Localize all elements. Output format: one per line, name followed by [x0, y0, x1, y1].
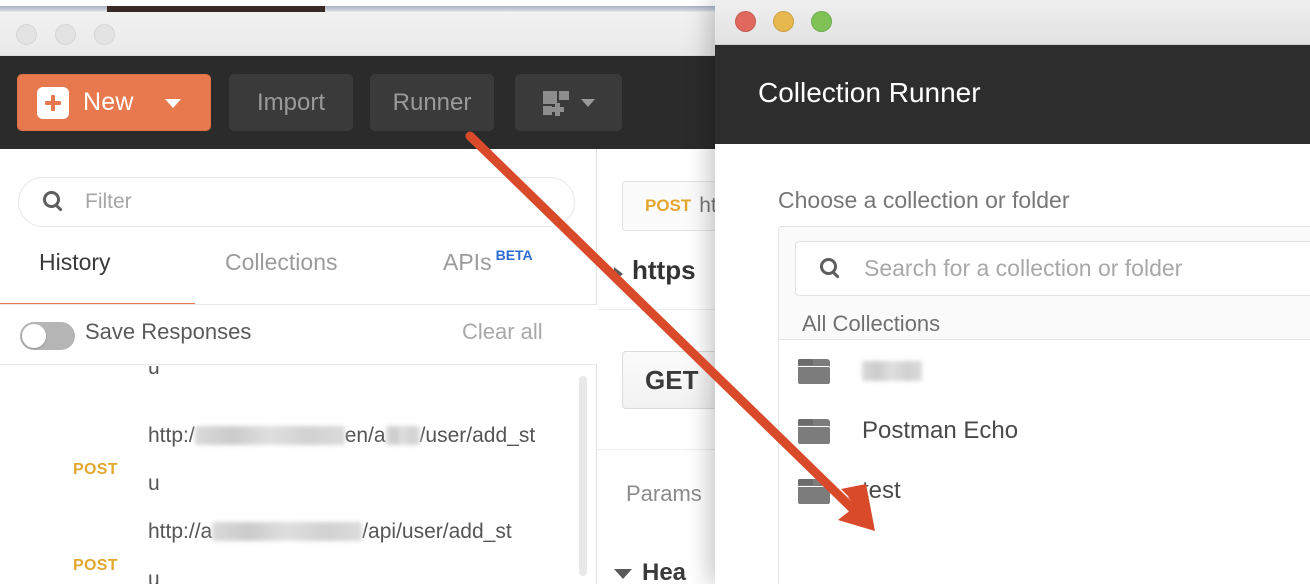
- history-url-tail: u: [148, 568, 160, 584]
- runner-button-label: Runner: [392, 88, 472, 116]
- collection-search-placeholder: Search for a collection or folder: [864, 255, 1183, 281]
- postman-app-window: New Import Runner Filter History Collect…: [0, 6, 720, 584]
- redacted-host: [194, 426, 345, 445]
- toggle-knob: [22, 324, 46, 348]
- collection-runner-window: Collection Runner Choose a collection or…: [715, 0, 1310, 584]
- filter-input[interactable]: Filter: [18, 177, 575, 227]
- redacted-segment: [385, 426, 420, 445]
- request-divider-2: [598, 449, 720, 450]
- environment-selector-button[interactable]: [515, 74, 622, 131]
- new-button-label: New: [83, 88, 134, 116]
- folder-icon: [798, 478, 830, 504]
- zoom-button[interactable]: [811, 11, 832, 32]
- beta-badge: BETA: [495, 247, 533, 263]
- import-button-label: Import: [256, 88, 325, 116]
- save-responses-toggle[interactable]: [20, 322, 75, 350]
- runner-title: Collection Runner: [758, 77, 981, 108]
- minimize-button[interactable]: [773, 11, 794, 32]
- request-title: https: [614, 255, 696, 286]
- close-button[interactable]: [735, 11, 756, 32]
- zoom-button-inactive[interactable]: [94, 24, 115, 45]
- tab-apis-label: APIs: [443, 249, 492, 275]
- headers-label: Hea: [642, 559, 687, 584]
- params-tab[interactable]: Params: [626, 481, 702, 507]
- close-button-inactive[interactable]: [16, 24, 37, 45]
- history-url-suffix: /api/user/add_st: [362, 520, 512, 543]
- request-divider-1: [598, 309, 720, 310]
- headers-section[interactable]: Hea: [614, 559, 687, 584]
- tab-apis[interactable]: APIs BETA: [443, 247, 533, 305]
- app-traffic-lights: [16, 24, 115, 45]
- app-body: Filter History Collections APIs BETA Sav…: [0, 149, 720, 584]
- filter-placeholder: Filter: [85, 190, 132, 213]
- history-url-prefix: http:/: [148, 424, 195, 447]
- history-scrollbar[interactable]: [578, 376, 588, 581]
- tab-history[interactable]: History: [0, 249, 195, 307]
- history-url-suffix: /user/add_st: [419, 424, 536, 447]
- collection-name: [862, 357, 922, 385]
- history-url: http://a/api/user/add_st u: [148, 508, 558, 584]
- request-pane: POST ht https GET Params Hea: [598, 149, 720, 584]
- app-toolbar: New Import Runner: [0, 56, 720, 149]
- request-title-text: https: [632, 255, 696, 285]
- caret-right-icon[interactable]: [614, 267, 623, 281]
- collection-search-panel: Search for a collection or folder All Co…: [778, 226, 1310, 340]
- collection-search-input[interactable]: Search for a collection or folder: [795, 241, 1310, 296]
- tab-history-label: History: [39, 249, 111, 275]
- all-collections-label: All Collections: [802, 311, 941, 336]
- history-url-tail: u: [148, 472, 160, 495]
- import-button[interactable]: Import: [229, 74, 353, 131]
- folder-icon: [798, 358, 830, 384]
- caret-down-icon[interactable]: [580, 98, 595, 107]
- history-partial-line: u: [148, 366, 160, 379]
- runner-traffic-lights: [735, 11, 832, 32]
- runner-title-bar: [715, 0, 1310, 45]
- tab-collections-label: Collections: [225, 249, 338, 275]
- save-responses-label: Save Responses: [85, 319, 252, 344]
- history-method-badge: POST: [73, 461, 118, 478]
- caret-down-icon[interactable]: [165, 99, 181, 108]
- sidebar-tabs: History Collections APIs BETA: [0, 247, 597, 307]
- caret-down-icon[interactable]: [614, 569, 632, 579]
- collection-name: test: [862, 477, 901, 504]
- environment-icon: [542, 90, 569, 116]
- tab-collections[interactable]: Collections: [225, 249, 338, 305]
- method-dropdown[interactable]: GET: [622, 351, 720, 409]
- folder-icon: [798, 418, 830, 444]
- search-icon: [820, 257, 842, 280]
- search-icon: [43, 191, 65, 213]
- sidebar: Filter History Collections APIs BETA Sav…: [0, 149, 597, 584]
- collection-name: Postman Echo: [862, 417, 1019, 444]
- collection-item-test[interactable]: test: [778, 461, 1310, 521]
- redacted-host: [212, 522, 363, 541]
- new-button[interactable]: New: [17, 74, 211, 131]
- scrollbar-thumb[interactable]: [579, 376, 587, 576]
- redacted-collection-name: [862, 361, 922, 381]
- history-list[interactable]: u POST http:/ en/a/user/add_st u POST htt…: [0, 366, 597, 584]
- history-url: http:/ en/a/user/add_st u: [148, 412, 558, 508]
- screenshot-root: New Import Runner Filter History Collect…: [0, 0, 1310, 584]
- choose-collection-label: Choose a collection or folder: [778, 187, 1070, 213]
- history-method-badge: POST: [73, 557, 118, 574]
- runner-header: Collection Runner: [715, 45, 1310, 144]
- history-url-mid: en/a: [344, 424, 386, 447]
- collection-item-redacted[interactable]: [778, 341, 1310, 401]
- minimize-button-inactive[interactable]: [55, 24, 76, 45]
- history-url-prefix: http://a: [148, 520, 213, 543]
- request-url-bar[interactable]: POST ht: [622, 181, 720, 231]
- method-dropdown-label: GET: [645, 364, 699, 395]
- clear-all-button[interactable]: Clear all: [462, 319, 543, 345]
- runner-body: Choose a collection or folder Search for…: [715, 144, 1310, 584]
- params-label: Params: [626, 481, 702, 506]
- request-method-badge: POST: [645, 196, 692, 215]
- collection-item-postman-echo[interactable]: Postman Echo: [778, 401, 1310, 461]
- save-responses-row: Save Responses Clear all: [0, 305, 597, 365]
- runner-button[interactable]: Runner: [370, 74, 494, 131]
- plus-icon: [37, 86, 69, 119]
- app-title-bar: [0, 12, 720, 56]
